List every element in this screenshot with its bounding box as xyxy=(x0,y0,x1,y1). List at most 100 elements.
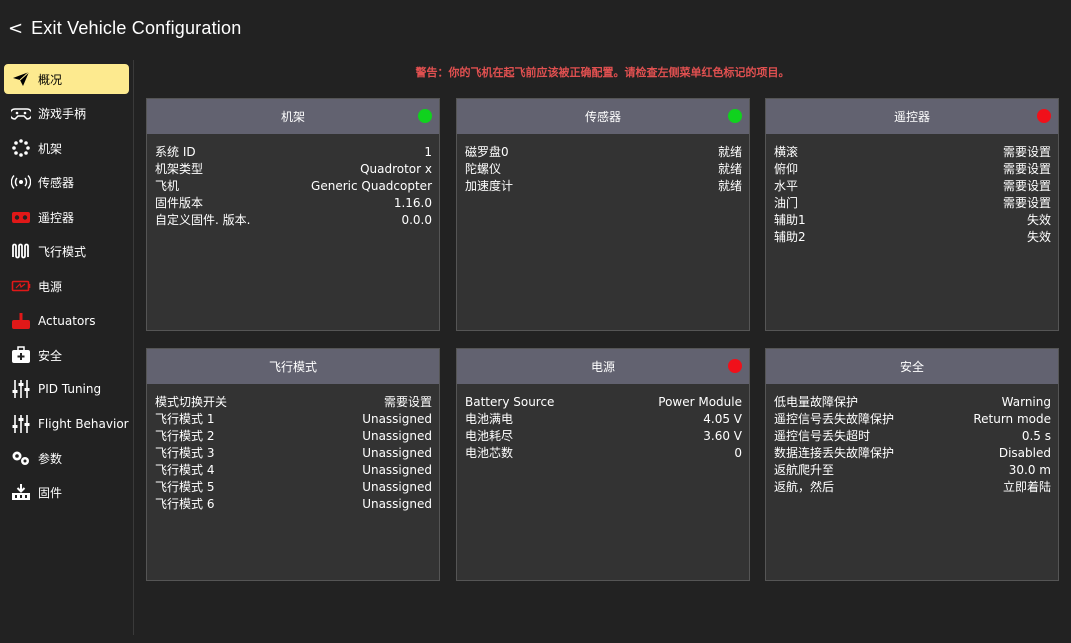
panel-row: 飞行模式 1 Unassigned xyxy=(155,411,432,428)
back-chevron-icon: < xyxy=(8,17,24,39)
sidebar-item-item-1[interactable]: 游戏手柄 xyxy=(4,98,129,128)
sensors-panel: 传感器 磁罗盘0 就绪 陀螺仪 就绪 加速度计 就绪 xyxy=(456,98,750,331)
flight-modes-panel-header[interactable]: 飞行模式 xyxy=(147,349,439,384)
sidebar-item-label: Actuators xyxy=(38,314,96,328)
panel-row: Battery Source Power Module xyxy=(465,394,742,411)
panel-rows: 磁罗盘0 就绪 陀螺仪 就绪 加速度计 就绪 xyxy=(457,134,749,195)
row-label: 返航爬升至 xyxy=(774,463,835,477)
row-value: Disabled xyxy=(998,446,1051,460)
sidebar-item-item-5[interactable]: 飞行模式 xyxy=(4,236,129,266)
row-value: 0.5 s xyxy=(1021,429,1051,443)
exit-vehicle-configuration-button[interactable]: < Exit Vehicle Configuration xyxy=(0,0,1071,56)
row-label: 飞行模式 4 xyxy=(155,463,215,477)
panel-row: 飞行模式 3 Unassigned xyxy=(155,445,432,462)
row-value: Unassigned xyxy=(362,446,432,460)
row-value: 需要设置 xyxy=(383,395,432,409)
panel-row: 遥控信号丢失超时 0.5 s xyxy=(774,428,1051,445)
sidebar-item-label: 游戏手柄 xyxy=(38,106,87,121)
sidebar-item-label: 遥控器 xyxy=(38,210,75,225)
flight-modes-panel: 飞行模式 模式切换开关 需要设置 飞行模式 1 Unassigned 飞行模式 2 Unas… xyxy=(146,348,440,581)
row-value: Quadrotor x xyxy=(360,162,432,176)
panel-title: 遥控器 xyxy=(893,110,930,124)
row-label: 返航，然后 xyxy=(774,480,835,494)
sidebar-item-item-11[interactable]: 参数 xyxy=(4,443,129,473)
panel-rows: 模式切换开关 需要设置 飞行模式 1 Unassigned 飞行模式 2 Unassign… xyxy=(147,384,439,513)
row-label: 辅助1 xyxy=(774,213,806,227)
row-label: 数据连接丢失故障保护 xyxy=(774,446,895,460)
row-label: 俯仰 xyxy=(774,162,799,176)
gamepad-icon xyxy=(11,104,31,122)
panel-rows: Battery Source Power Module 电池满电 4.05 V 电池耗尽… xyxy=(457,384,749,462)
panel-row: 电池耗尽 3.60 V xyxy=(465,428,742,445)
panel-row: 飞行模式 6 Unassigned xyxy=(155,496,432,513)
row-label: 自定义固件. 版本. xyxy=(155,213,251,227)
sidebar-item-actuators[interactable]: Actuators xyxy=(4,306,129,336)
sidebar-item-label: PID Tuning xyxy=(38,382,102,396)
row-label: 模式切换开关 xyxy=(155,395,228,409)
sidebar-item-label: Flight Behavior xyxy=(38,417,129,431)
panel-row: 加速度计 就绪 xyxy=(465,178,742,195)
sidebar-item-item-4[interactable]: 遥控器 xyxy=(4,202,129,232)
sidebar-item-item-8[interactable]: 安全 xyxy=(4,340,129,370)
row-label: 磁罗盘0 xyxy=(465,145,509,159)
row-value: Unassigned xyxy=(362,480,432,494)
row-value: 立即着陆 xyxy=(1002,480,1051,494)
sidebar-item-item-6[interactable]: 电源 xyxy=(4,271,129,301)
safety-panel-header[interactable]: 安全 xyxy=(766,349,1058,384)
status-indicator-green xyxy=(418,109,432,123)
row-label: 机架类型 xyxy=(155,162,204,176)
panel-title: 传感器 xyxy=(584,110,621,124)
row-label: Battery Source xyxy=(465,395,555,409)
row-value: Return mode xyxy=(973,412,1051,426)
sidebar-item-item-12[interactable]: 固件 xyxy=(4,477,129,507)
panel-row: 磁罗盘0 就绪 xyxy=(465,144,742,161)
actuators-icon xyxy=(11,312,31,330)
row-value: 需要设置 xyxy=(1002,179,1051,193)
panel-row: 横滚 需要设置 xyxy=(774,144,1051,161)
row-label: 飞行模式 6 xyxy=(155,497,215,511)
row-label: 飞机 xyxy=(155,179,180,193)
row-label: 横滚 xyxy=(774,145,799,159)
row-label: 加速度计 xyxy=(465,179,514,193)
row-label: 飞行模式 1 xyxy=(155,412,215,426)
row-value: Unassigned xyxy=(362,497,432,511)
sidebar-item-flight-behavior[interactable]: Flight Behavior xyxy=(4,409,129,439)
row-value: Unassigned xyxy=(362,463,432,477)
row-value: 就绪 xyxy=(717,179,742,193)
panel-row: 陀螺仪 就绪 xyxy=(465,161,742,178)
row-value: 30.0 m xyxy=(1008,463,1051,477)
row-value: 需要设置 xyxy=(1002,196,1051,210)
panel-row: 低电量故障保护 Warning xyxy=(774,394,1051,411)
sidebar-item-item-3[interactable]: 传感器 xyxy=(4,167,129,197)
panel-row: 辅助2 失效 xyxy=(774,229,1051,246)
safety-panel: 安全 低电量故障保护 Warning 遥控信号丢失故障保护 Return mode 遥控信… xyxy=(765,348,1059,581)
row-label: 陀螺仪 xyxy=(465,162,502,176)
row-value: 需要设置 xyxy=(1002,145,1051,159)
airframe-panel-header[interactable]: 机架 xyxy=(147,99,439,134)
panel-title: 飞行模式 xyxy=(268,360,317,374)
row-value: Warning xyxy=(1001,395,1051,409)
sidebar-item-label: 固件 xyxy=(38,485,63,500)
sidebar-item-item-0[interactable]: 概况 xyxy=(4,64,129,94)
panel-rows: 横滚 需要设置 俯仰 需要设置 水平 需要设置 油门 需要设置 辅助1 失效 辅助2 失效 xyxy=(766,134,1058,246)
safety-icon xyxy=(11,346,31,364)
panel-title: 电源 xyxy=(590,360,615,374)
radio-panel-header[interactable]: 遥控器 xyxy=(766,99,1058,134)
sidebar-item-item-2[interactable]: 机架 xyxy=(4,133,129,163)
row-value: 3.60 V xyxy=(703,429,742,443)
row-value: 需要设置 xyxy=(1002,162,1051,176)
row-value: Power Module xyxy=(658,395,742,409)
panel-title: 机架 xyxy=(280,110,305,124)
sensors-icon xyxy=(11,173,31,191)
power-panel-header[interactable]: 电源 xyxy=(457,349,749,384)
panel-row: 遥控信号丢失故障保护 Return mode xyxy=(774,411,1051,428)
panel-row: 电池芯数 0 xyxy=(465,445,742,462)
panel-rows: 低电量故障保护 Warning 遥控信号丢失故障保护 Return mode 遥控信号丢… xyxy=(766,384,1058,496)
panel-row: 固件版本 1.16.0 xyxy=(155,195,432,212)
row-label: 油门 xyxy=(774,196,799,210)
panel-row: 机架类型 Quadrotor x xyxy=(155,161,432,178)
row-label: 飞行模式 3 xyxy=(155,446,215,460)
sensors-panel-header[interactable]: 传感器 xyxy=(457,99,749,134)
sidebar-item-label: 安全 xyxy=(38,348,63,363)
sidebar-item-pid-tuning[interactable]: PID Tuning xyxy=(4,374,129,404)
